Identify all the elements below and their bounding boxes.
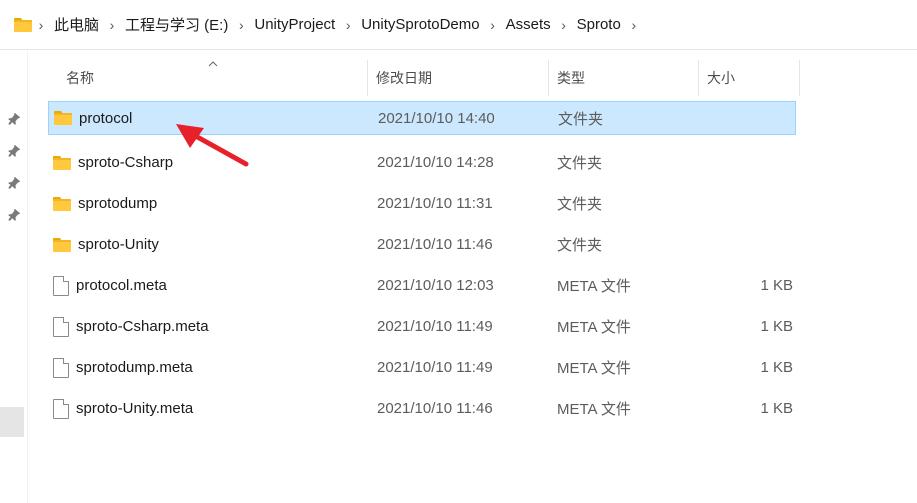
file-name-cell: sproto-Csharp.meta: [48, 316, 368, 337]
folder-icon: [53, 155, 71, 170]
file-type: 文件夹: [557, 196, 603, 213]
file-type: 文件夹: [557, 155, 603, 172]
folder-icon: [14, 17, 32, 32]
folder-icon: [53, 237, 71, 252]
address-bar[interactable]: › 此电脑 › 工程与学习 (E:) › UnityProject › Unit…: [0, 0, 917, 50]
file-name-cell: sproto-Unity: [48, 236, 368, 253]
file-name-cell: sproto-Csharp: [48, 154, 368, 171]
column-header-size-label: 大小: [707, 70, 735, 86]
file-type: 文件夹: [557, 237, 603, 254]
file-type: META 文件: [557, 360, 631, 377]
file-type: META 文件: [557, 319, 631, 336]
file-row-protocol[interactable]: protocol 2021/10/10 14:40 文件夹: [48, 101, 796, 135]
file-date: 2021/10/10 14:40: [378, 109, 495, 127]
file-row-sproto-unity[interactable]: sproto-Unity 2021/10/10 11:46 文件夹: [48, 224, 800, 265]
chevron-right-icon[interactable]: ›: [103, 10, 121, 40]
folder-icon: [53, 196, 71, 211]
file-date: 2021/10/10 11:46: [377, 236, 493, 253]
file-name: sprotodump: [78, 195, 158, 212]
file-date: 2021/10/10 11:49: [377, 318, 493, 335]
nav-selected-item[interactable]: [0, 407, 24, 437]
file-icon: [53, 316, 69, 337]
file-size: 1 KB: [760, 318, 793, 335]
file-icon: [53, 357, 69, 378]
column-header-type-label: 类型: [557, 70, 585, 86]
file-size: 1 KB: [760, 400, 793, 417]
breadcrumb-drive-e[interactable]: 工程与学习 (E:): [121, 10, 232, 40]
file-date: 2021/10/10 14:28: [377, 154, 494, 171]
file-row-sproto-csharp[interactable]: sproto-Csharp 2021/10/10 14:28 文件夹: [48, 142, 800, 183]
column-header: 名称 修改日期 类型 大小: [48, 60, 800, 96]
column-header-name-label: 名称: [66, 70, 94, 86]
file-name: sproto-Unity.meta: [76, 400, 194, 417]
chevron-right-icon[interactable]: ›: [232, 10, 250, 40]
navigation-pane: [0, 51, 28, 503]
file-type: META 文件: [557, 401, 631, 418]
breadcrumb-sproto[interactable]: Sproto: [573, 10, 625, 40]
breadcrumb-unityproject[interactable]: UnityProject: [250, 10, 339, 40]
file-name: protocol.meta: [76, 277, 167, 294]
file-name-cell: protocol.meta: [48, 275, 368, 296]
file-row-sprotodump-meta[interactable]: sprotodump.meta 2021/10/10 11:49 META 文件…: [48, 347, 800, 388]
breadcrumb-assets[interactable]: Assets: [502, 10, 555, 40]
file-size: 1 KB: [760, 359, 793, 376]
file-list: protocol 2021/10/10 14:40 文件夹 sproto-Csh…: [48, 101, 800, 429]
file-name: protocol: [79, 109, 133, 127]
file-date: 2021/10/10 11:31: [377, 195, 493, 212]
chevron-right-icon[interactable]: ›: [555, 10, 573, 40]
pin-icon[interactable]: [6, 176, 22, 192]
file-row-sproto-unity-meta[interactable]: sproto-Unity.meta 2021/10/10 11:46 META …: [48, 388, 800, 429]
file-type: META 文件: [557, 278, 631, 295]
file-name-cell: protocol: [49, 110, 369, 127]
file-row-sproto-csharp-meta[interactable]: sproto-Csharp.meta 2021/10/10 11:49 META…: [48, 306, 800, 347]
file-type: 文件夹: [558, 110, 604, 128]
file-name-cell: sproto-Unity.meta: [48, 398, 368, 419]
file-date: 2021/10/10 12:03: [377, 277, 494, 294]
file-name: sproto-Unity: [78, 236, 159, 253]
file-name: sproto-Csharp: [78, 154, 174, 171]
breadcrumb-this-pc[interactable]: 此电脑: [50, 10, 103, 40]
column-header-name[interactable]: 名称: [48, 60, 368, 96]
file-icon: [53, 275, 69, 296]
folder-icon: [54, 111, 72, 125]
breadcrumb-unitysprotodemo[interactable]: UnitySprotoDemo: [357, 10, 483, 40]
pin-icon[interactable]: [6, 208, 22, 224]
chevron-right-icon[interactable]: ›: [484, 10, 502, 40]
column-header-size[interactable]: 大小: [699, 60, 800, 96]
column-header-date-label: 修改日期: [376, 70, 432, 86]
chevron-right-icon[interactable]: ›: [625, 10, 643, 40]
pin-icon[interactable]: [6, 144, 22, 160]
chevron-right-icon[interactable]: ›: [339, 10, 357, 40]
file-size: 1 KB: [760, 277, 793, 294]
file-name: sprotodump.meta: [76, 359, 193, 376]
file-date: 2021/10/10 11:46: [377, 400, 493, 417]
file-name: sproto-Csharp.meta: [76, 318, 209, 335]
chevron-right-icon[interactable]: ›: [32, 10, 50, 40]
file-row-protocol-meta[interactable]: protocol.meta 2021/10/10 12:03 META 文件 1…: [48, 265, 800, 306]
pin-icon[interactable]: [6, 112, 22, 128]
file-icon: [53, 398, 69, 419]
column-header-type[interactable]: 类型: [549, 60, 699, 96]
column-header-date[interactable]: 修改日期: [368, 60, 549, 96]
file-date: 2021/10/10 11:49: [377, 359, 493, 376]
sort-up-icon: [208, 58, 218, 70]
file-name-cell: sprotodump: [48, 195, 368, 212]
file-row-sprotodump[interactable]: sprotodump 2021/10/10 11:31 文件夹: [48, 183, 800, 224]
file-name-cell: sprotodump.meta: [48, 357, 368, 378]
